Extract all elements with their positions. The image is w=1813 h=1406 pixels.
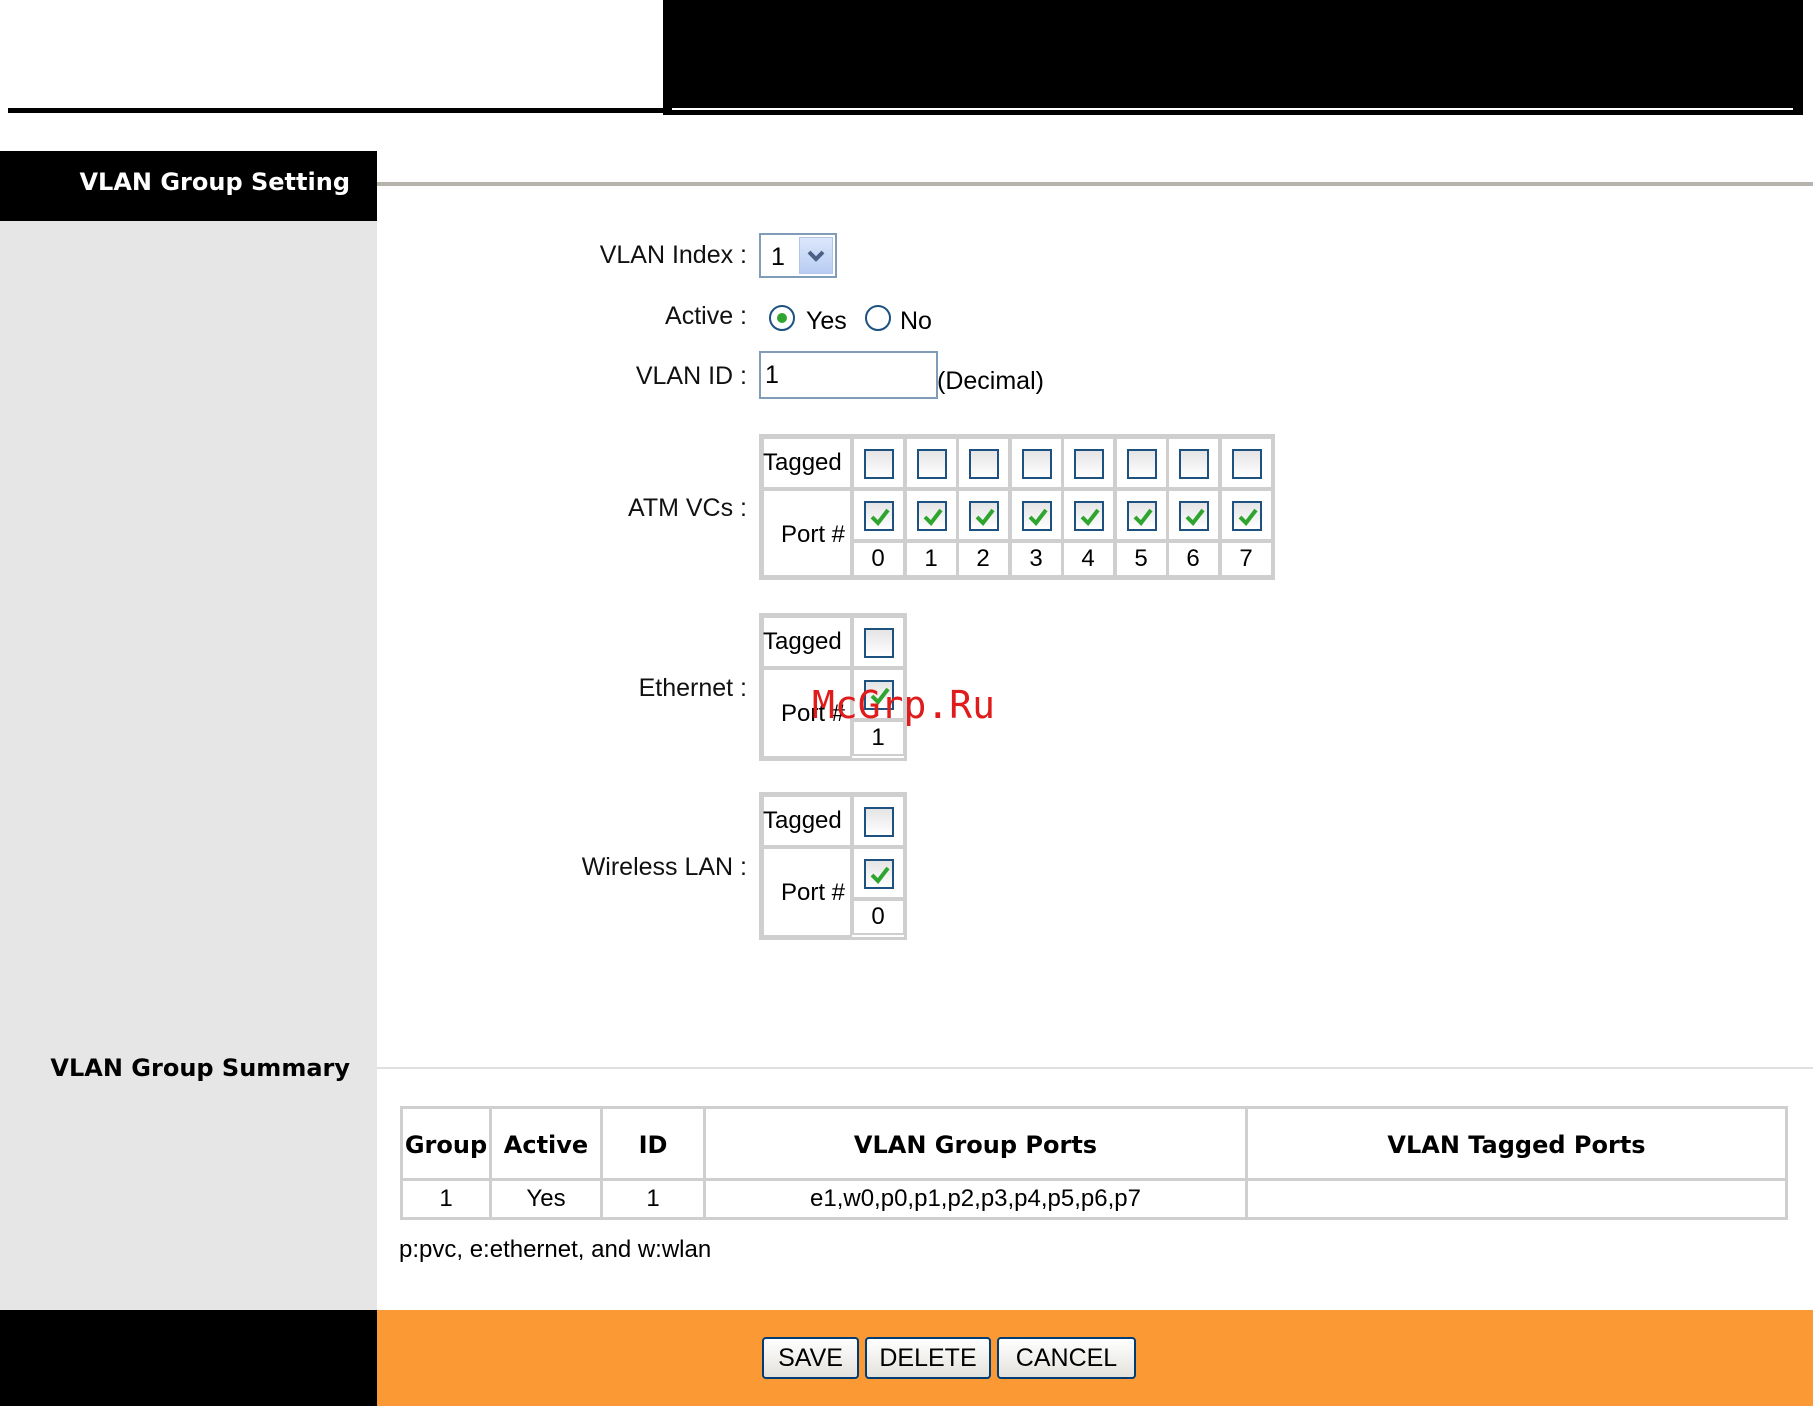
vlan-id-input[interactable]: 1 (759, 351, 938, 399)
section-title-summary: VLAN Group Summary (50, 1054, 350, 1082)
ethernet-label: Ethernet : (638, 674, 747, 702)
atm-port-checkbox-5[interactable] (1127, 501, 1157, 531)
watermark-text: McGrp.Ru (812, 683, 996, 727)
wlan-port-checkbox-0[interactable] (864, 859, 894, 889)
vlan-index-label: VLAN Index : (599, 241, 747, 269)
active-no-label: No (900, 307, 932, 335)
chevron-down-icon[interactable] (799, 237, 833, 274)
atm-port-number: 0 (871, 545, 885, 572)
atm-port-checkbox-3[interactable] (1022, 501, 1052, 531)
wireless-lan-label: Wireless LAN : (581, 853, 747, 881)
wlan-port-number: 0 (871, 903, 885, 930)
table-cell-id: 1 (646, 1185, 660, 1212)
header-divider (672, 108, 1793, 110)
active-no-radio[interactable] (865, 305, 891, 331)
summary-table: Group Active ID VLAN Group Ports VLAN Ta… (400, 1106, 1788, 1220)
atm-tagged-checkbox-7[interactable] (1232, 449, 1262, 479)
atm-port-checkbox-6[interactable] (1179, 501, 1209, 531)
vlan-index-select[interactable]: 1 (759, 233, 837, 278)
radio-selected-dot (777, 313, 787, 323)
save-button[interactable]: SAVE (762, 1337, 859, 1379)
table-header-id: ID (638, 1131, 668, 1159)
atm-port-checkbox-7[interactable] (1232, 501, 1262, 531)
table-cell-active: Yes (526, 1185, 566, 1212)
header-banner (663, 0, 1803, 115)
atm-port-number: 5 (1134, 545, 1148, 572)
atm-tagged-checkbox-4[interactable] (1074, 449, 1104, 479)
atm-port-number: 3 (1029, 545, 1043, 572)
atm-port-checkbox-0[interactable] (864, 501, 894, 531)
table-header-group-ports: VLAN Group Ports (853, 1131, 1098, 1159)
ethernet-port-number: 1 (871, 724, 885, 751)
ethernet-tagged-label: Tagged (763, 628, 842, 655)
table-row-divider (403, 1178, 1785, 1181)
ethernet-tagged-checkbox-1[interactable] (864, 628, 894, 658)
table-cell-group: 1 (439, 1185, 453, 1212)
atm-tagged-label: Tagged (763, 449, 842, 476)
section-title-setting: VLAN Group Setting (79, 168, 350, 196)
atm-port-number: 7 (1239, 545, 1253, 572)
atm-tagged-checkbox-5[interactable] (1127, 449, 1157, 479)
vlan-index-value: 1 (771, 243, 785, 271)
atm-port-number: 4 (1081, 545, 1095, 572)
atm-port-checkbox-1[interactable] (917, 501, 947, 531)
table-header-tagged-ports: VLAN Tagged Ports (1387, 1131, 1646, 1159)
cancel-button[interactable]: CANCEL (997, 1337, 1136, 1379)
atm-port-number: 6 (1186, 545, 1200, 572)
header-rule (8, 108, 664, 113)
active-yes-radio[interactable] (769, 305, 795, 331)
atm-port-number: 2 (976, 545, 990, 572)
delete-button[interactable]: DELETE (865, 1337, 991, 1379)
active-label: Active : (665, 302, 747, 330)
table-col-divider (1245, 1109, 1248, 1217)
atm-port-number: 1 (924, 545, 938, 572)
wlan-tagged-label: Tagged (763, 807, 842, 834)
atm-port-checkbox-4[interactable] (1074, 501, 1104, 531)
section-divider (377, 1067, 1813, 1069)
atm-tagged-checkbox-6[interactable] (1179, 449, 1209, 479)
table-cell-group-ports: e1,w0,p0,p1,p2,p3,p4,p5,p6,p7 (810, 1185, 1141, 1212)
table-header-group: Group (404, 1131, 488, 1159)
vlan-id-label: VLAN ID : (635, 362, 747, 390)
port-legend: p:pvc, e:ethernet, and w:wlan (399, 1236, 712, 1263)
atm-tagged-checkbox-0[interactable] (864, 449, 894, 479)
wlan-port-label: Port # (781, 879, 846, 906)
active-yes-label: Yes (806, 307, 847, 335)
left-footer (0, 1310, 377, 1406)
atm-tagged-checkbox-1[interactable] (917, 449, 947, 479)
vlan-id-hint: (Decimal) (937, 367, 1044, 395)
wlan-tagged-checkbox-0[interactable] (864, 807, 894, 837)
atm-vcs-label: ATM VCs : (628, 494, 747, 522)
atm-tagged-checkbox-2[interactable] (969, 449, 999, 479)
atm-tagged-checkbox-3[interactable] (1022, 449, 1052, 479)
atm-port-label: Port # (781, 521, 846, 548)
table-header-active: Active (503, 1131, 589, 1159)
section-divider (377, 182, 1813, 186)
left-panel (0, 221, 377, 1310)
atm-port-checkbox-2[interactable] (969, 501, 999, 531)
